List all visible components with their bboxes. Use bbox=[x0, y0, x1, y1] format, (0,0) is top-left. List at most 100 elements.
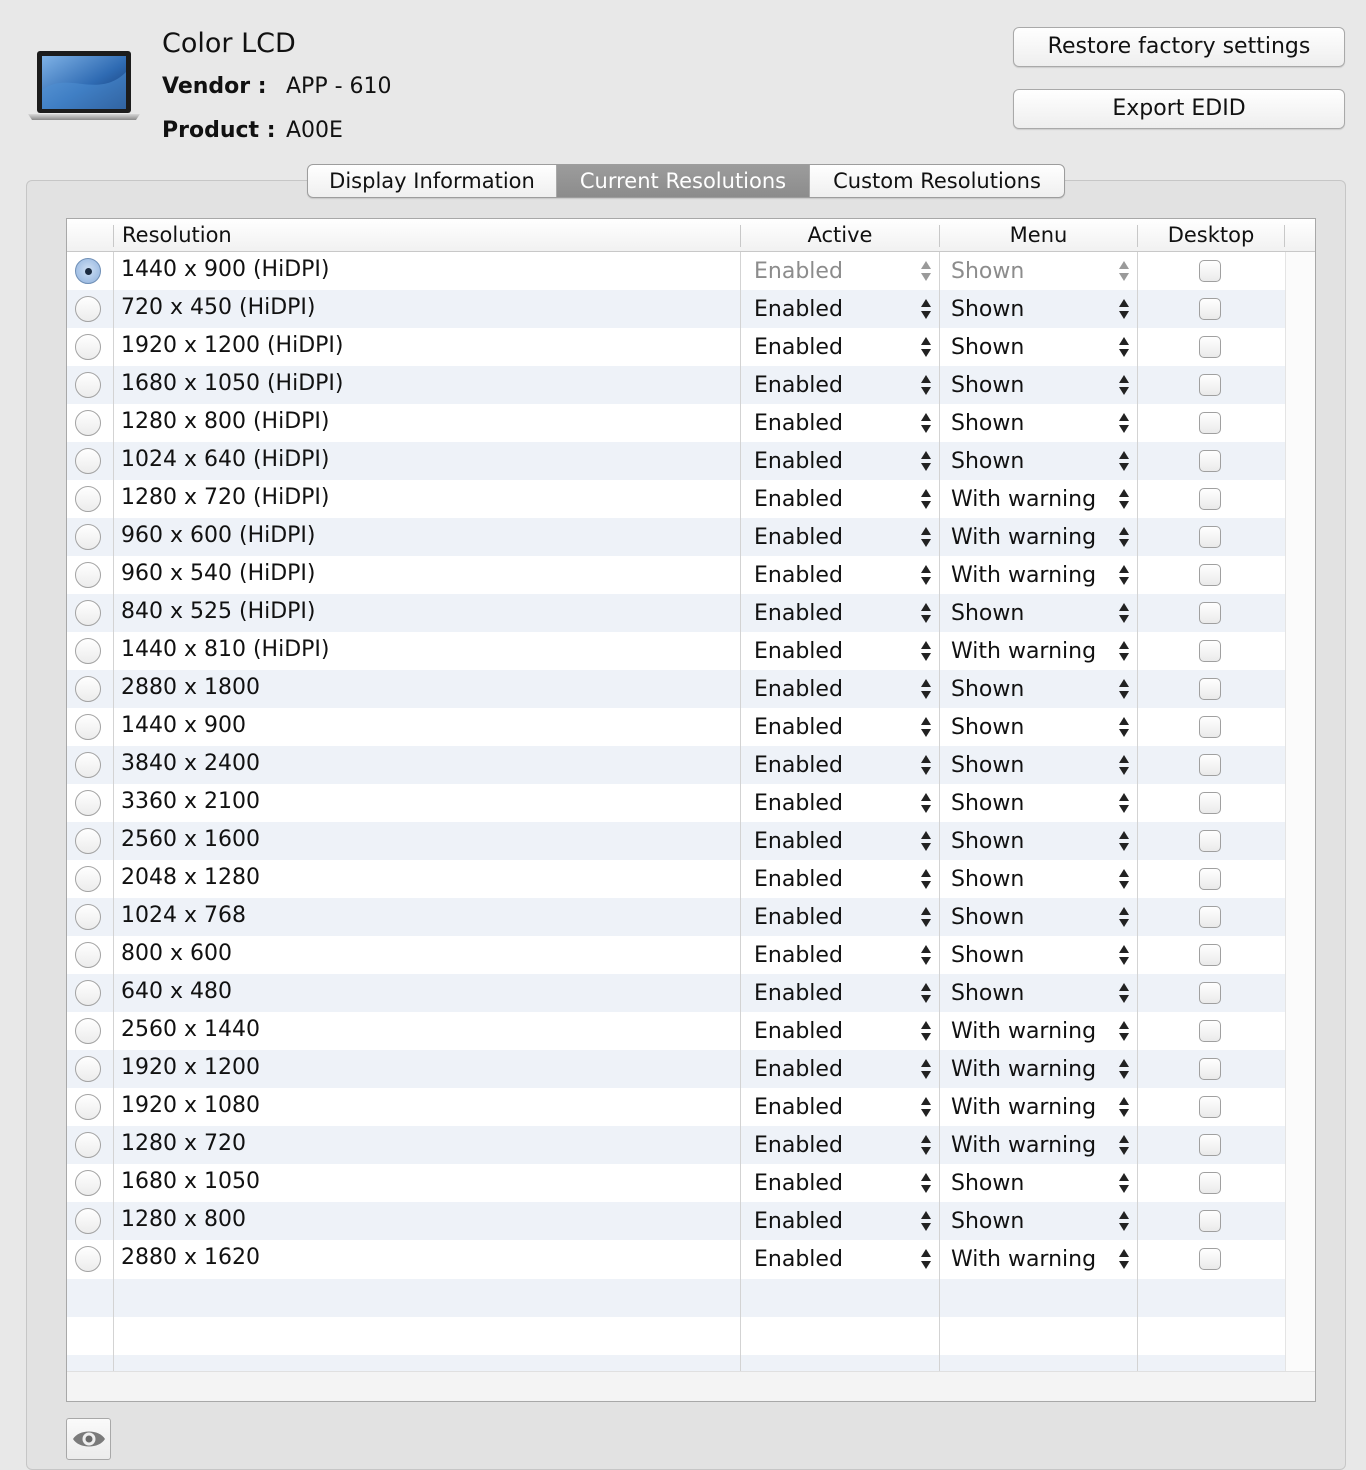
resolution-radio[interactable] bbox=[75, 600, 101, 626]
popup-arrows-icon[interactable] bbox=[1119, 906, 1129, 928]
resolution-radio[interactable] bbox=[75, 942, 101, 968]
menu-popup[interactable]: Shown bbox=[951, 708, 1024, 748]
desktop-checkbox[interactable] bbox=[1199, 678, 1221, 700]
active-popup[interactable]: Enabled bbox=[754, 974, 843, 1014]
resolution-radio[interactable] bbox=[75, 562, 101, 588]
table-row[interactable]: 1680 x 1050 Enabled Shown bbox=[67, 1164, 1285, 1202]
column-header-active[interactable]: Active bbox=[741, 219, 939, 251]
popup-arrows-icon[interactable] bbox=[921, 1058, 931, 1080]
column-header-desktop[interactable]: Desktop bbox=[1138, 219, 1284, 251]
vertical-scrollbar[interactable] bbox=[1285, 252, 1315, 1371]
popup-arrows-icon[interactable] bbox=[921, 1020, 931, 1042]
desktop-checkbox[interactable] bbox=[1199, 754, 1221, 776]
table-row[interactable]: 1280 x 720 (HiDPI) Enabled With warning bbox=[67, 480, 1285, 518]
table-row[interactable]: 2560 x 1440 Enabled With warning bbox=[67, 1012, 1285, 1050]
menu-popup[interactable]: With warning bbox=[951, 518, 1096, 558]
desktop-checkbox[interactable] bbox=[1199, 374, 1221, 396]
resolution-radio[interactable] bbox=[75, 1170, 101, 1196]
table-row[interactable]: 1920 x 1200 (HiDPI) Enabled Shown bbox=[67, 328, 1285, 366]
menu-popup[interactable]: With warning bbox=[951, 632, 1096, 672]
popup-arrows-icon[interactable] bbox=[921, 374, 931, 396]
menu-popup[interactable]: Shown bbox=[951, 1164, 1024, 1204]
active-popup[interactable]: Enabled bbox=[754, 746, 843, 786]
popup-arrows-icon[interactable] bbox=[1119, 602, 1129, 624]
popup-arrows-icon[interactable] bbox=[1119, 1248, 1129, 1270]
menu-popup[interactable]: With warning bbox=[951, 1126, 1096, 1166]
resolution-radio[interactable] bbox=[75, 980, 101, 1006]
menu-popup[interactable]: Shown bbox=[951, 366, 1024, 406]
horizontal-scrollbar[interactable] bbox=[67, 1371, 1315, 1401]
active-popup[interactable]: Enabled bbox=[754, 594, 843, 634]
table-row[interactable]: 840 x 525 (HiDPI) Enabled Shown bbox=[67, 594, 1285, 632]
popup-arrows-icon[interactable] bbox=[1119, 1020, 1129, 1042]
popup-arrows-icon[interactable] bbox=[1119, 982, 1129, 1004]
table-row[interactable]: 640 x 480 Enabled Shown bbox=[67, 974, 1285, 1012]
table-row[interactable]: 1440 x 900 (HiDPI) Enabled Shown bbox=[67, 252, 1285, 290]
table-row[interactable]: 1280 x 800 Enabled Shown bbox=[67, 1202, 1285, 1240]
active-popup[interactable]: Enabled bbox=[754, 252, 843, 292]
popup-arrows-icon[interactable] bbox=[921, 564, 931, 586]
active-popup[interactable]: Enabled bbox=[754, 670, 843, 710]
popup-arrows-icon[interactable] bbox=[1119, 868, 1129, 890]
column-header-menu[interactable]: Menu bbox=[940, 219, 1137, 251]
menu-popup[interactable]: With warning bbox=[951, 556, 1096, 596]
desktop-checkbox[interactable] bbox=[1199, 564, 1221, 586]
popup-arrows-icon[interactable] bbox=[921, 830, 931, 852]
popup-arrows-icon[interactable] bbox=[1119, 488, 1129, 510]
active-popup[interactable]: Enabled bbox=[754, 936, 843, 976]
desktop-checkbox[interactable] bbox=[1199, 1134, 1221, 1156]
popup-arrows-icon[interactable] bbox=[921, 868, 931, 890]
menu-popup[interactable]: With warning bbox=[951, 1012, 1096, 1052]
menu-popup[interactable]: Shown bbox=[951, 746, 1024, 786]
menu-popup[interactable]: Shown bbox=[951, 328, 1024, 368]
desktop-checkbox[interactable] bbox=[1199, 260, 1221, 282]
resolution-radio[interactable] bbox=[75, 866, 101, 892]
resolution-radio[interactable] bbox=[75, 828, 101, 854]
resolution-radio[interactable] bbox=[75, 790, 101, 816]
popup-arrows-icon[interactable] bbox=[1119, 1134, 1129, 1156]
resolution-radio[interactable] bbox=[75, 296, 101, 322]
export-edid-button[interactable]: Export EDID bbox=[1013, 89, 1345, 129]
menu-popup[interactable]: Shown bbox=[951, 784, 1024, 824]
resolution-radio[interactable] bbox=[75, 410, 101, 436]
resolution-radio[interactable] bbox=[75, 1208, 101, 1234]
active-popup[interactable]: Enabled bbox=[754, 1240, 843, 1280]
table-row[interactable]: 3360 x 2100 Enabled Shown bbox=[67, 784, 1285, 822]
table-row[interactable]: 720 x 450 (HiDPI) Enabled Shown bbox=[67, 290, 1285, 328]
table-row[interactable]: 1024 x 768 Enabled Shown bbox=[67, 898, 1285, 936]
popup-arrows-icon[interactable] bbox=[921, 450, 931, 472]
active-popup[interactable]: Enabled bbox=[754, 1088, 843, 1128]
desktop-checkbox[interactable] bbox=[1199, 526, 1221, 548]
popup-arrows-icon[interactable] bbox=[1119, 792, 1129, 814]
desktop-checkbox[interactable] bbox=[1199, 450, 1221, 472]
resolution-radio[interactable] bbox=[75, 486, 101, 512]
tab-display-information[interactable]: Display Information bbox=[308, 165, 557, 197]
desktop-checkbox[interactable] bbox=[1199, 1248, 1221, 1270]
resolution-radio[interactable] bbox=[75, 448, 101, 474]
menu-popup[interactable]: Shown bbox=[951, 860, 1024, 900]
popup-arrows-icon[interactable] bbox=[921, 298, 931, 320]
popup-arrows-icon[interactable] bbox=[1119, 1058, 1129, 1080]
active-popup[interactable]: Enabled bbox=[754, 404, 843, 444]
desktop-checkbox[interactable] bbox=[1199, 412, 1221, 434]
menu-popup[interactable]: Shown bbox=[951, 290, 1024, 330]
popup-arrows-icon[interactable] bbox=[1119, 678, 1129, 700]
popup-arrows-icon[interactable] bbox=[1119, 716, 1129, 738]
table-row[interactable]: 1440 x 900 Enabled Shown bbox=[67, 708, 1285, 746]
popup-arrows-icon[interactable] bbox=[921, 640, 931, 662]
menu-popup[interactable]: Shown bbox=[951, 404, 1024, 444]
table-row[interactable]: 2880 x 1620 Enabled With warning bbox=[67, 1240, 1285, 1278]
active-popup[interactable]: Enabled bbox=[754, 556, 843, 596]
active-popup[interactable]: Enabled bbox=[754, 442, 843, 482]
popup-arrows-icon[interactable] bbox=[1119, 336, 1129, 358]
active-popup[interactable]: Enabled bbox=[754, 290, 843, 330]
resolution-radio[interactable] bbox=[75, 714, 101, 740]
popup-arrows-icon[interactable] bbox=[1119, 1172, 1129, 1194]
resolution-radio[interactable] bbox=[75, 334, 101, 360]
desktop-checkbox[interactable] bbox=[1199, 1096, 1221, 1118]
menu-popup[interactable]: With warning bbox=[951, 480, 1096, 520]
menu-popup[interactable]: Shown bbox=[951, 1202, 1024, 1242]
active-popup[interactable]: Enabled bbox=[754, 1202, 843, 1242]
popup-arrows-icon[interactable] bbox=[1119, 1096, 1129, 1118]
menu-popup[interactable]: Shown bbox=[951, 442, 1024, 482]
